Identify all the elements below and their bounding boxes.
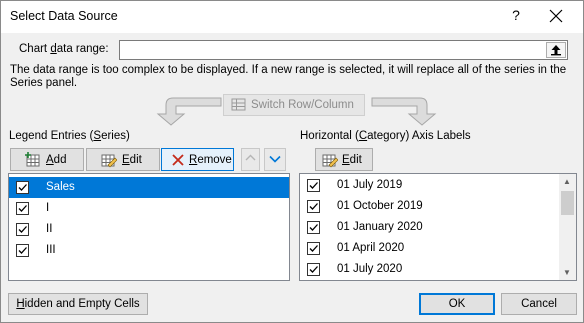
- axis-labels-heading: Horizontal (Category) Axis Labels: [300, 130, 471, 142]
- axis-label: 01 October 2019: [337, 200, 423, 212]
- axis-label: 01 January 2020: [337, 221, 423, 233]
- remove-label: Remove: [189, 154, 232, 166]
- list-item[interactable]: Sales: [9, 177, 289, 198]
- switch-row-column-button[interactable]: Switch Row/Column: [223, 94, 365, 116]
- list-item[interactable]: 01 July 2020: [300, 259, 560, 280]
- chart-data-range-label: Chart data range:: [19, 43, 109, 55]
- add-label: Add: [46, 154, 67, 166]
- axis-label: 01 July 2020: [337, 263, 403, 275]
- range-collapse-button[interactable]: [546, 42, 566, 58]
- list-item[interactable]: 01 January 2020: [300, 217, 560, 238]
- scrollbar-thumb[interactable]: [561, 191, 574, 215]
- series-label: II: [46, 223, 53, 235]
- axis-list-scrollbar[interactable]: ▲ ▼: [559, 174, 576, 280]
- checked-checkbox[interactable]: [307, 242, 320, 255]
- dialog-title: Select Data Source: [10, 9, 118, 23]
- remove-x-icon: [170, 152, 186, 171]
- checked-checkbox[interactable]: [16, 223, 29, 236]
- select-data-source-dialog: Select Data Source ? Chart data range: T…: [0, 0, 584, 323]
- collapse-arrow-icon: [551, 45, 561, 56]
- ok-button[interactable]: OK: [419, 293, 495, 315]
- edit-axis-labels-button[interactable]: Edit: [315, 148, 373, 171]
- list-item[interactable]: III: [9, 240, 289, 261]
- series-label: Sales: [46, 181, 75, 193]
- help-button[interactable]: ?: [509, 7, 523, 25]
- series-label: III: [46, 244, 56, 256]
- axis-toolbar: Edit: [299, 146, 577, 172]
- checked-checkbox[interactable]: [307, 200, 320, 213]
- axis-label: 01 July 2019: [337, 179, 403, 191]
- legend-series-list[interactable]: Sales I II III: [8, 173, 290, 281]
- list-item[interactable]: 01 October 2019: [300, 196, 560, 217]
- move-up-button[interactable]: [241, 148, 260, 171]
- list-item[interactable]: 01 July 2019: [300, 175, 560, 196]
- checked-checkbox[interactable]: [16, 202, 29, 215]
- cancel-button[interactable]: Cancel: [501, 293, 577, 315]
- edit-table-icon: [101, 152, 118, 171]
- checked-checkbox[interactable]: [307, 179, 320, 192]
- chevron-down-icon: [269, 155, 281, 163]
- move-down-button[interactable]: [264, 148, 286, 171]
- series-label: I: [46, 202, 50, 214]
- add-series-button[interactable]: Add: [10, 148, 84, 171]
- left-curved-arrow-icon: [156, 97, 222, 126]
- add-table-icon: [25, 152, 41, 171]
- list-item[interactable]: I: [9, 198, 289, 219]
- title-bar: Select Data Source ?: [1, 1, 583, 33]
- edit-series-button[interactable]: Edit: [86, 148, 160, 171]
- hidden-empty-cells-button[interactable]: Hidden and Empty Cells: [8, 293, 148, 315]
- checked-checkbox[interactable]: [307, 263, 320, 276]
- list-item[interactable]: II: [9, 219, 289, 240]
- axis-labels-list[interactable]: 01 July 2019 01 October 2019 01 January …: [299, 173, 577, 281]
- close-icon[interactable]: [546, 6, 566, 26]
- scroll-down-arrow-icon[interactable]: ▼: [563, 268, 571, 277]
- list-item[interactable]: 01 April 2020: [300, 238, 560, 259]
- switch-row-column-icon: [231, 98, 247, 115]
- legend-toolbar: Add Edit Remove: [8, 146, 290, 172]
- edit-label: Edit: [122, 154, 142, 166]
- checked-checkbox[interactable]: [307, 221, 320, 234]
- checked-checkbox[interactable]: [16, 244, 29, 257]
- edit-table-icon: [322, 152, 339, 171]
- axis-label: 01 April 2020: [337, 242, 405, 254]
- scroll-up-arrow-icon[interactable]: ▲: [563, 177, 571, 186]
- chart-data-range-input[interactable]: [119, 40, 568, 60]
- range-note: The data range is too complex to be disp…: [10, 64, 567, 89]
- right-curved-arrow-icon: [371, 97, 437, 126]
- remove-series-button[interactable]: Remove: [161, 148, 234, 171]
- edit-axis-label: Edit: [342, 154, 362, 166]
- switch-row-column-label: Switch Row/Column: [251, 99, 354, 111]
- legend-entries-heading: Legend Entries (Series): [9, 130, 130, 142]
- chevron-up-icon: [245, 154, 256, 161]
- checked-checkbox[interactable]: [16, 181, 29, 194]
